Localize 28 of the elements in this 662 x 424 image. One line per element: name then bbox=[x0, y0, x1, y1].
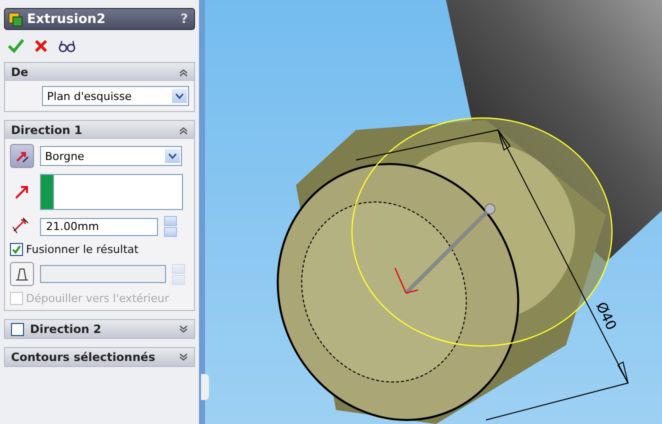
collapse-icon[interactable] bbox=[179, 126, 188, 134]
section-header[interactable]: Direction 2 bbox=[5, 320, 194, 338]
section-header[interactable]: De bbox=[5, 63, 194, 81]
glasses-icon[interactable] bbox=[58, 39, 76, 53]
arrow-icon bbox=[15, 185, 29, 199]
help-button[interactable]: ? bbox=[180, 12, 188, 26]
depth-field[interactable]: 21.00mm bbox=[40, 218, 158, 236]
draft-icon bbox=[15, 267, 29, 281]
panel-collapse-handle[interactable] bbox=[201, 374, 209, 400]
arrows-icon bbox=[15, 149, 29, 163]
checkbox[interactable] bbox=[11, 322, 24, 336]
cancel-x-icon[interactable] bbox=[34, 39, 48, 53]
check-icon bbox=[12, 245, 21, 254]
extrude-feature-icon bbox=[8, 12, 23, 26]
section-header[interactable]: Direction 1 bbox=[5, 121, 194, 139]
feature-title: Extrusion2 bbox=[27, 12, 107, 26]
section-header[interactable]: Contours sélectionnés bbox=[5, 348, 194, 366]
dimension-label: Ø40 bbox=[592, 300, 620, 333]
dropdown[interactable]: Borgne bbox=[40, 146, 182, 166]
reverse-direction-button[interactable] bbox=[10, 144, 34, 168]
expand-icon[interactable] bbox=[179, 324, 188, 334]
collapse-icon[interactable] bbox=[179, 68, 188, 76]
selection-list[interactable] bbox=[40, 174, 183, 210]
merge-checkbox[interactable]: Fusionner le résultat bbox=[10, 243, 189, 256]
draft-button[interactable] bbox=[10, 262, 34, 286]
dropdown[interactable]: Plan d'esquisse bbox=[42, 86, 189, 106]
expand-icon[interactable] bbox=[179, 352, 188, 362]
confirm-check-icon[interactable] bbox=[8, 39, 24, 53]
